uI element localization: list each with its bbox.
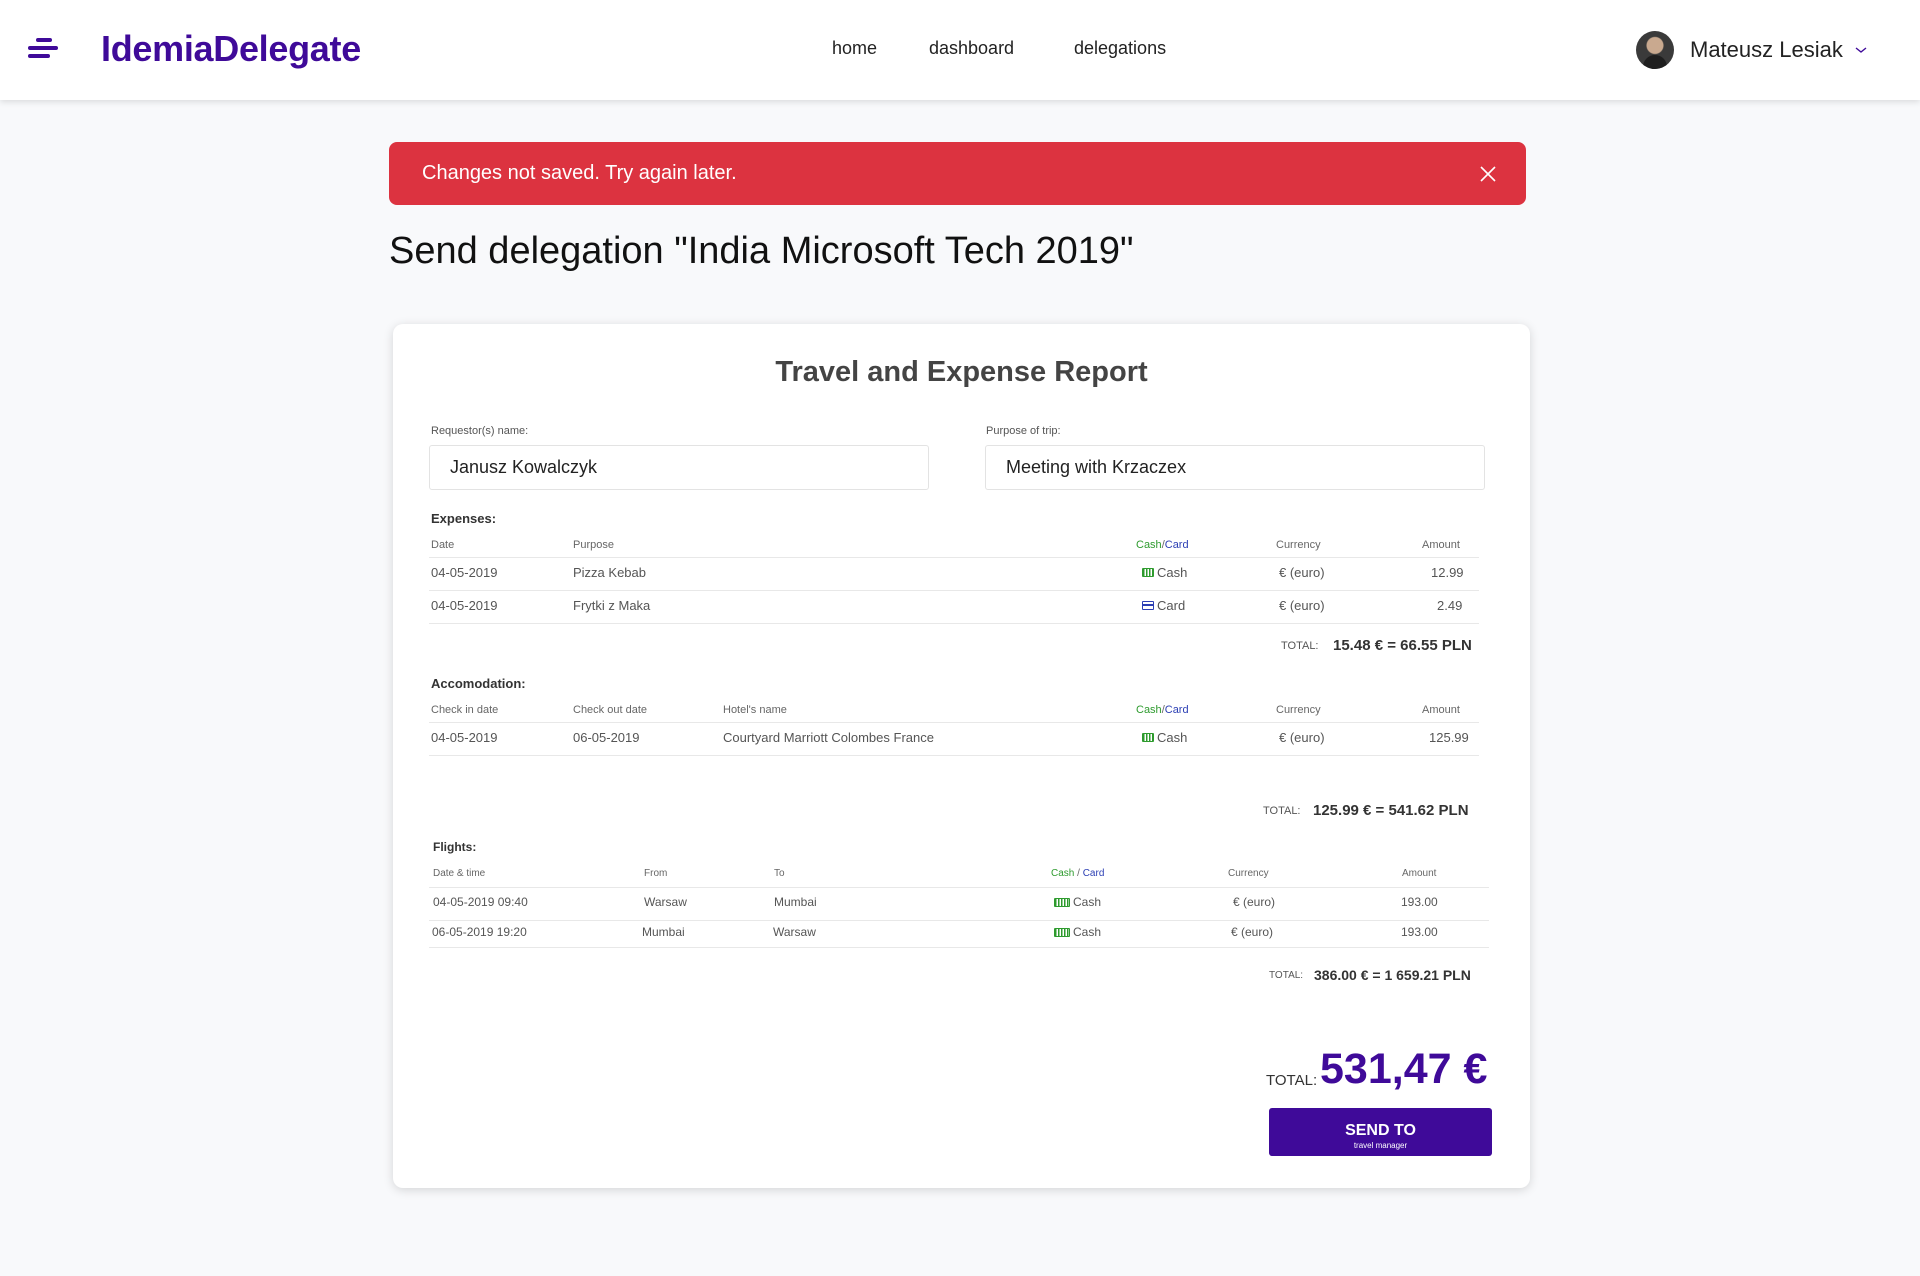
table-cell: 12.99: [1431, 565, 1464, 580]
th-checkout: Check out date: [573, 704, 647, 716]
table-cell: Courtyard Marriott Colombes France: [723, 730, 934, 745]
expenses-label: Expenses:: [431, 511, 497, 526]
table-cell: Warsaw: [773, 925, 816, 939]
accommodation-total-label: TOTAL:: [1263, 805, 1301, 817]
cash-icon: [1054, 927, 1070, 937]
th-currency: Currency: [1228, 868, 1269, 879]
accommodation-label: Accomodation:: [431, 676, 526, 691]
table-cell: 2.49: [1437, 598, 1463, 613]
requestor-label: Requestor(s) name:: [431, 425, 529, 437]
table-cell: Warsaw: [644, 895, 687, 909]
th-purpose: Purpose: [573, 539, 614, 551]
page-title: Send delegation "India Microsoft Tech 20…: [389, 230, 1134, 272]
table-row: 06-05-2019 19:20: [432, 925, 527, 939]
cash-icon: [1054, 897, 1070, 907]
send-button-sublabel: travel manager: [1353, 1141, 1408, 1150]
menu-icon[interactable]: [28, 38, 58, 60]
table-cell: 06-05-2019: [573, 730, 640, 745]
chevron-down-icon: [1855, 47, 1867, 53]
nav-dashboard[interactable]: dashboard: [929, 38, 1014, 59]
table-row: 04-05-2019: [431, 730, 498, 745]
th-datetime: Date & time: [433, 868, 486, 879]
table-cell: 193.00: [1401, 895, 1438, 909]
nav-delegations[interactable]: delegations: [1074, 38, 1166, 59]
table-row: 04-05-2019 09:40: [433, 895, 528, 909]
table-cell: € (euro): [1231, 925, 1274, 939]
table-cell: Mumbai: [642, 925, 685, 939]
top-header: IdemiaDelegate home dashboard delegation…: [0, 0, 1920, 100]
cash-icon: [1142, 568, 1154, 577]
credit-card-icon: [1142, 601, 1154, 610]
th-to: To: [774, 868, 785, 879]
grand-total-value: 531,47 €: [1320, 1045, 1488, 1093]
cash-icon: [1142, 733, 1154, 742]
purpose-field[interactable]: Meeting with Krzaczex: [985, 445, 1485, 490]
alert-message: Changes not saved. Try again later.: [422, 162, 737, 184]
table-cell: Cash: [1054, 925, 1101, 939]
table-cell: Cash: [1142, 730, 1187, 745]
table-cell: € (euro): [1233, 895, 1276, 909]
th-date: Date: [431, 539, 455, 551]
requestor-field[interactable]: Janusz Kowalczyk: [429, 445, 929, 490]
nav-home[interactable]: home: [832, 38, 877, 59]
table-cell: 125.99: [1429, 730, 1469, 745]
flights-label: Flights:: [433, 840, 477, 854]
expenses-total-label: TOTAL:: [1281, 640, 1319, 652]
th-amount: Amount: [1422, 704, 1460, 716]
table-row: 04-05-2019: [431, 598, 498, 613]
app-logo[interactable]: IdemiaDelegate: [101, 28, 361, 70]
flights-total-value: 386.00 € = 1 659.21 PLN: [1314, 967, 1471, 983]
th-hotel: Hotel's name: [723, 704, 787, 716]
table-row: 04-05-2019: [431, 565, 498, 580]
table-cell: € (euro): [1279, 730, 1325, 745]
send-button-label: SEND TO: [1345, 1122, 1416, 1139]
close-icon[interactable]: [1478, 164, 1498, 184]
report-card: Travel and Expense Report Requestor(s) n…: [393, 324, 1530, 1188]
th-cash-card: Cash/Card: [1136, 704, 1189, 716]
table-cell: Mumbai: [774, 895, 817, 909]
table-cell: Pizza Kebab: [573, 565, 646, 580]
expenses-total-value: 15.48 € = 66.55 PLN: [1333, 637, 1472, 654]
accommodation-total-value: 125.99 € = 541.62 PLN: [1313, 802, 1469, 819]
grand-total-label: TOTAL:: [1266, 1072, 1318, 1089]
avatar: [1636, 31, 1674, 69]
th-checkin: Check in date: [431, 704, 499, 716]
table-cell: € (euro): [1279, 565, 1325, 580]
table-cell: € (euro): [1279, 598, 1325, 613]
th-amount: Amount: [1402, 868, 1437, 879]
th-cash-card: Cash / Card: [1051, 868, 1105, 879]
th-from: From: [644, 868, 668, 879]
purpose-label: Purpose of trip:: [986, 425, 1061, 437]
th-currency: Currency: [1276, 539, 1321, 551]
th-cash-card: Cash/Card: [1136, 539, 1189, 551]
user-menu[interactable]: Mateusz Lesiak: [1636, 30, 1867, 70]
send-to-travel-manager-button[interactable]: SEND TO travel manager: [1269, 1108, 1492, 1156]
table-cell: Cash: [1054, 895, 1101, 909]
user-name: Mateusz Lesiak: [1690, 37, 1843, 62]
table-cell: Cash: [1142, 565, 1187, 580]
report-title: Travel and Expense Report: [775, 356, 1148, 388]
error-alert: Changes not saved. Try again later.: [389, 142, 1526, 205]
th-currency: Currency: [1276, 704, 1321, 716]
th-amount: Amount: [1422, 539, 1460, 551]
flights-total-label: TOTAL:: [1269, 970, 1304, 981]
table-cell: Frytki z Maka: [573, 598, 651, 613]
table-cell: 193.00: [1401, 925, 1438, 939]
table-cell: Card: [1142, 598, 1185, 613]
